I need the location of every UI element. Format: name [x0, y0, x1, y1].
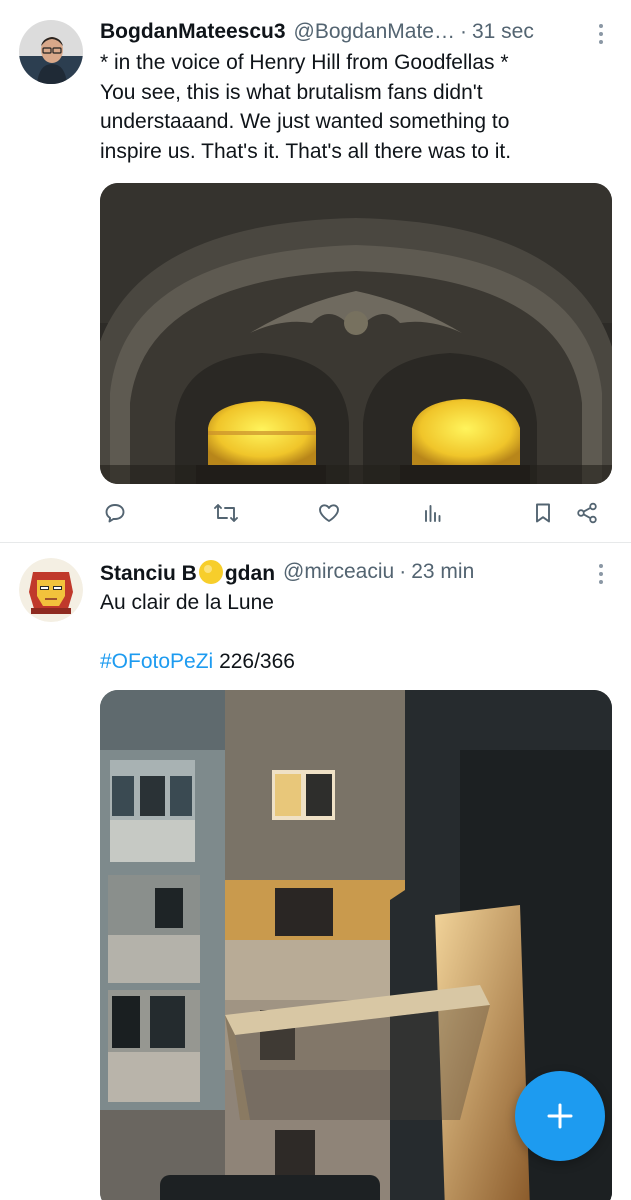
tweet-1[interactable]: BogdanMateescu3 @BogdanMate… · 31 sec * …: [0, 0, 631, 542]
user-handle[interactable]: @mirceaciu: [283, 560, 394, 584]
yellow-circle-emoji-icon: [198, 559, 223, 584]
display-name-part: Stanciu B: [100, 561, 197, 585]
share-icon[interactable]: [572, 498, 602, 528]
tweet-text-line: #OFotoPeZi 226/366: [100, 647, 611, 677]
tweet-text-line: inspire us. That's it. That's all there …: [100, 139, 512, 163]
user-handle[interactable]: @BogdanMate…: [294, 20, 455, 44]
tweet-text-line: You see, this is what brutalism fans did…: [100, 80, 483, 104]
tweet-text-line: * in the voice of Henry Hill from Goodfe…: [100, 51, 509, 74]
display-name[interactable]: Stanciu B gdan: [100, 559, 275, 586]
compose-plus-icon: [547, 1103, 573, 1129]
more-options-icon[interactable]: [591, 19, 611, 49]
more-options-icon[interactable]: [591, 559, 611, 589]
separator-dot: ·: [399, 560, 407, 583]
retweet-icon[interactable]: [211, 498, 241, 528]
separator-dot: ·: [459, 20, 467, 43]
photo-counter: 226/366: [219, 650, 295, 673]
tweet-text-line: understaaand. We just wanted something t…: [100, 110, 510, 133]
arched-windows-photo: [100, 183, 612, 484]
tweet-actions: [100, 498, 610, 528]
hashtag-link[interactable]: #OFotoPeZi: [100, 650, 213, 673]
tweet-text: * in the voice of Henry Hill from Goodfe…: [100, 48, 611, 166]
analytics-icon[interactable]: [418, 498, 448, 528]
reply-icon[interactable]: [100, 498, 130, 528]
tweet-header: Stanciu B gdan @mirceaciu · 23 min: [100, 557, 611, 587]
avatar[interactable]: [19, 558, 83, 622]
display-name[interactable]: BogdanMateescu3: [100, 20, 286, 44]
iron-man-avatar: [19, 558, 83, 622]
compose-button[interactable]: [515, 1071, 605, 1161]
display-name-part: gdan: [224, 561, 276, 585]
person-photo-avatar: [19, 20, 83, 84]
timestamp[interactable]: 31 sec: [472, 20, 534, 44]
tweet-header: BogdanMateescu3 @BogdanMate… · 31 sec: [100, 17, 611, 47]
tweet-text: Au clair de la Lune #OFotoPeZi 226/366: [100, 588, 611, 677]
bookmark-icon[interactable]: [528, 498, 558, 528]
tweet-text-line: Au clair de la Lune: [100, 591, 274, 614]
timestamp[interactable]: 23 min: [411, 560, 474, 584]
tweet-media[interactable]: [100, 183, 612, 484]
like-icon[interactable]: [314, 498, 344, 528]
avatar[interactable]: [19, 20, 83, 84]
